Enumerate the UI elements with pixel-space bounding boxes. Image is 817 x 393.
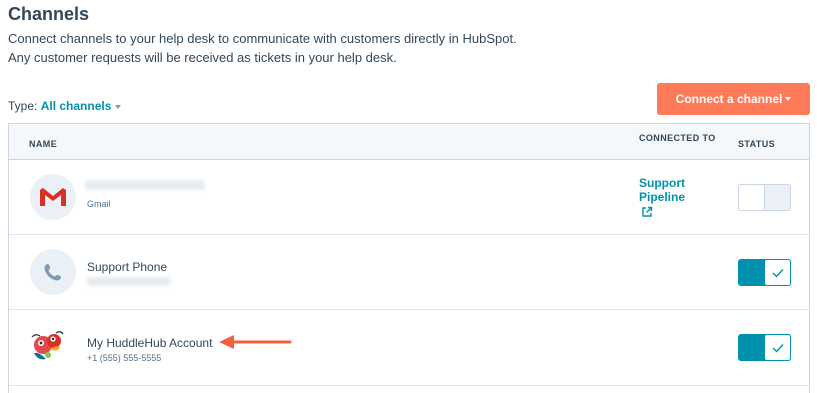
checkmark-icon [772, 268, 784, 278]
connected-to-link[interactable]: Support Pipeline [639, 176, 699, 204]
phone-avatar [30, 249, 76, 295]
column-header-name: NAME [29, 139, 58, 149]
phone-icon [44, 264, 61, 281]
channel-type: Gmail [87, 199, 111, 209]
column-header-status: STATUS [738, 139, 776, 149]
channel-name: Support Phone [87, 260, 168, 274]
column-header-connected-to: CONNECTED TO [639, 133, 716, 143]
huddlehub-logo [31, 331, 64, 360]
status-toggle[interactable] [738, 259, 791, 286]
redacted-email [85, 180, 205, 190]
status-toggle[interactable] [738, 334, 791, 361]
page-description: Connect channels to your help desk to co… [8, 29, 517, 67]
type-filter: Type: All channels [8, 99, 122, 113]
type-filter-label: Type: [8, 99, 38, 113]
page-title: Channels [8, 4, 90, 24]
type-filter-dropdown[interactable]: All channels [41, 99, 122, 113]
checkmark-icon [772, 343, 784, 353]
table-header: NAME CONNECTED TO STATUS [9, 124, 809, 160]
table-row: Support Phone [9, 235, 809, 310]
channel-name: My HuddleHub Account [87, 336, 213, 350]
description-line-1: Connect channels to your help desk to co… [8, 31, 517, 46]
type-filter-value: All channels [40, 99, 112, 113]
external-link-icon[interactable] [641, 206, 653, 218]
redacted-phone-number [87, 277, 171, 286]
table-row: My HuddleHub Account +1 (555) 555-5555 [9, 310, 809, 386]
connect-channel-button[interactable]: Connect a channel [657, 83, 810, 115]
gmail-icon [40, 188, 66, 206]
toggle-knob [738, 184, 765, 211]
channels-table: NAME CONNECTED TO STATUS Gmail Support P… [8, 123, 810, 393]
gmail-avatar [30, 174, 76, 220]
toggle-knob [764, 334, 791, 361]
status-toggle[interactable] [738, 184, 791, 211]
chevron-down-icon [785, 97, 792, 101]
chevron-down-icon [115, 104, 122, 109]
annotation-arrow-icon [219, 335, 292, 349]
table-row: Gmail Support Pipeline [9, 160, 809, 235]
channel-phone-number: +1 (555) 555-5555 [87, 353, 162, 363]
toggle-knob [764, 259, 791, 286]
description-line-2: Any customer requests will be received a… [8, 50, 397, 65]
connect-channel-label: Connect a channel [675, 92, 783, 106]
